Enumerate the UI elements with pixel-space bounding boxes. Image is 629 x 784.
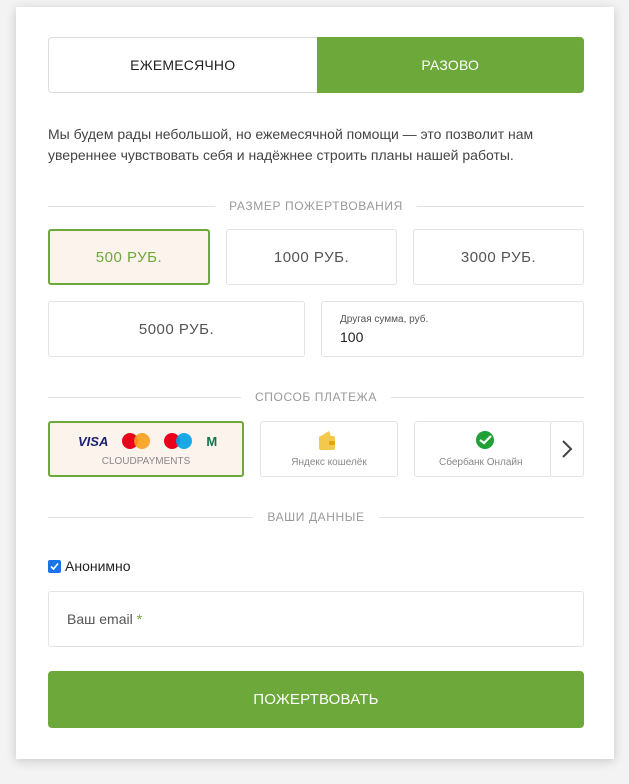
amount-option-5000[interactable]: 5000 РУБ. [48, 301, 305, 357]
intro-text: Мы будем рады небольшой, но ежемесячной … [48, 126, 534, 163]
monthly-tab[interactable]: ЕЖЕМЕСЯЧНО [48, 37, 317, 93]
checkmark-icon [50, 562, 59, 570]
amount-option-3000[interactable]: 3000 РУБ. [413, 229, 584, 285]
email-placeholder: Ваш email [67, 611, 133, 627]
mastercard-icon [122, 433, 151, 449]
anonymous-checkbox[interactable] [48, 559, 61, 573]
amount-option-500[interactable]: 500 РУБ. [48, 229, 210, 285]
amount-section-title: РАЗМЕР ПОЖЕРТВОВАНИЯ [229, 199, 403, 213]
payment-method-label: Яндекс кошелёк [291, 457, 367, 468]
payment-section-title: СПОСОБ ПЛАТЕЖА [255, 390, 377, 404]
required-mark: * [136, 611, 143, 627]
amount-option-1000[interactable]: 1000 РУБ. [226, 229, 397, 285]
payment-method-sberbank[interactable]: Сбербанк Онлайн [414, 421, 552, 477]
payment-method-cloudpayments[interactable]: VISA M CLOUDPAYMENTS [48, 421, 244, 477]
anonymous-label: Анонимно [65, 558, 131, 574]
sberbank-icon [475, 430, 495, 450]
other-amount-label: Другая сумма, руб. [340, 314, 429, 325]
details-section-title: ВАШИ ДАННЫЕ [267, 510, 365, 524]
payment-method-label: CLOUDPAYMENTS [101, 456, 191, 467]
maestro-icon [164, 433, 193, 449]
details-section-divider: ВАШИ ДАННЫЕ [48, 509, 585, 525]
amount-section-divider: РАЗМЕР ПОЖЕРТВОВАНИЯ [48, 198, 584, 214]
payment-section-divider: СПОСОБ ПЛАТЕЖА [48, 389, 584, 405]
mir-icon: M [206, 433, 218, 449]
other-amount-field[interactable]: Другая сумма, руб. [321, 301, 584, 357]
donate-button[interactable]: ПОЖЕРТВОВАТЬ [48, 671, 584, 728]
frequency-toggle: ЕЖЕМЕСЯЧНО РАЗОВО [48, 37, 584, 93]
yandex-wallet-icon [317, 430, 337, 452]
payment-method-label: Сбербанк Онлайн [439, 457, 523, 468]
card-logos: VISA M [78, 431, 217, 451]
chevron-right-icon [562, 440, 573, 458]
other-amount-input[interactable] [340, 329, 540, 345]
next-payment-methods-button[interactable] [550, 421, 584, 477]
payment-method-yandex[interactable]: Яндекс кошелёк [260, 421, 398, 477]
donation-form: ЕЖЕМЕСЯЧНО РАЗОВО Мы будем рады небольшо… [16, 7, 614, 759]
once-tab[interactable]: РАЗОВО [316, 37, 584, 93]
visa-icon: VISA [78, 433, 109, 449]
anonymous-option[interactable]: Анонимно [48, 558, 131, 574]
email-field[interactable]: Ваш email * [48, 591, 584, 647]
